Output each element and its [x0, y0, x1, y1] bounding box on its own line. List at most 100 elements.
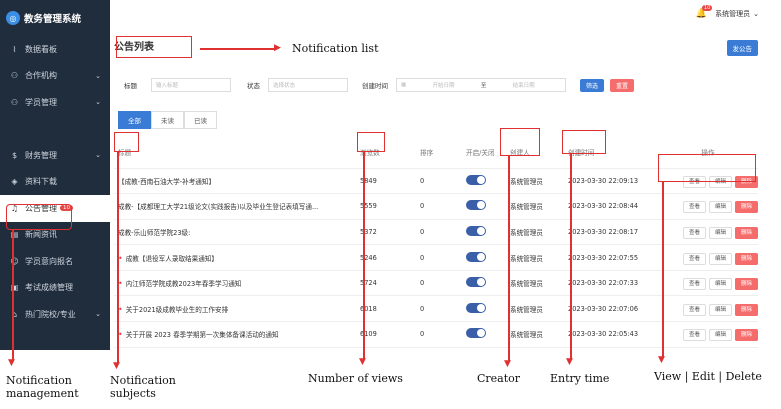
- edit-button[interactable]: 编辑: [708, 252, 732, 265]
- notice-title: 成教-乐山师范学院23级:: [118, 228, 191, 237]
- sidebar-item-10[interactable]: ⌂ 热门院校/专业 ⌄: [0, 301, 110, 328]
- annotation-line-creator: [508, 156, 510, 362]
- delete-button[interactable]: 删除: [734, 278, 758, 291]
- coin-icon: $: [11, 150, 18, 160]
- enable-toggle[interactable]: [466, 302, 486, 313]
- notice-title-cell[interactable]: 成教-【成都理工大学21级论文(实践报告)以及毕业生登记表填写通...: [114, 193, 360, 220]
- sort-value: 0: [420, 295, 466, 323]
- status-filter-select[interactable]: 选择状态: [268, 78, 348, 92]
- notice-title-cell[interactable]: • 内江师范学院成教2023年春季学习通知: [114, 270, 360, 297]
- creator: 系统管理员: [510, 168, 568, 195]
- enable-toggle[interactable]: [466, 251, 486, 262]
- sidebar-item-0[interactable]: ⌇ 数据看板: [0, 36, 110, 63]
- view-button[interactable]: 查看: [682, 252, 706, 265]
- delete-button[interactable]: 删除: [734, 303, 758, 316]
- chevron-down-icon: ⌄: [95, 151, 101, 160]
- edit-button[interactable]: 编辑: [708, 329, 732, 342]
- annotation-line-sidebar: [12, 230, 14, 360]
- sidebar-item-label: 资料下载: [25, 177, 57, 187]
- enable-toggle[interactable]: [466, 277, 486, 288]
- add-notice-button[interactable]: 发公告: [726, 40, 758, 56]
- sidebar-item-5[interactable]: ◈ 资料下载: [0, 169, 110, 196]
- annotation-line-ops: [662, 182, 664, 358]
- sidebar-item-9[interactable]: ▣ 考试成绩管理: [0, 275, 110, 302]
- delete-button[interactable]: 删除: [734, 329, 758, 342]
- view-count: 6109: [360, 321, 420, 348]
- notice-title: 成教-【成都理工大学21级论文(实践报告)以及毕业生登记表填写通...: [118, 203, 319, 212]
- enable-toggle[interactable]: [466, 225, 486, 236]
- edit-button[interactable]: 编辑: [708, 303, 732, 316]
- time-filter-label: 创建时间: [362, 82, 388, 90]
- notice-title-cell[interactable]: 【成教-西南石油大学-补考通知】: [114, 168, 360, 195]
- delete-button[interactable]: 删除: [734, 201, 758, 214]
- tab-all[interactable]: 全部: [118, 111, 151, 129]
- user-menu[interactable]: 系统管理员: [715, 9, 750, 19]
- tab-unread[interactable]: 未读: [151, 111, 184, 129]
- tab-read[interactable]: 已读: [184, 111, 217, 129]
- notice-title-cell[interactable]: • 关于开展 2023 春季学期第一次集体备课活动的通知: [114, 321, 360, 348]
- view-button[interactable]: 查看: [682, 303, 706, 316]
- status-filter-label: 状态: [247, 82, 260, 90]
- annotation-box-time: [562, 130, 606, 154]
- notice-title: 【成教-西南石油大学-补考通知】: [118, 177, 216, 186]
- edit-button[interactable]: 编辑: [708, 201, 732, 214]
- sort-value: 0: [420, 270, 466, 297]
- arrow-head-icon: ▶: [274, 43, 281, 53]
- notice-title-cell[interactable]: 成教-乐山师范学院23级:: [114, 219, 360, 246]
- sidebar-item-label: 学员意向报名: [25, 256, 73, 266]
- sidebar-item-label: 学员管理: [25, 97, 57, 107]
- enable-toggle[interactable]: [466, 200, 486, 211]
- person-icon: ⚇: [10, 71, 19, 81]
- unread-dot-icon: •: [118, 304, 123, 314]
- created-time: 2023-03-30 22:08:44: [568, 193, 658, 220]
- notice-title-cell[interactable]: • 成教【退役军人录取结果通知】: [114, 244, 360, 271]
- user-icon: ☺: [10, 256, 19, 266]
- bell-badge: 10: [701, 5, 713, 11]
- arrow-down-icon: ▼: [113, 361, 120, 371]
- arrow-down-icon: ▼: [359, 357, 366, 367]
- people-icon: ⚇: [10, 97, 19, 107]
- annotation-box-ops: [658, 154, 756, 182]
- created-time: 2023-03-30 22:07:55: [568, 244, 658, 271]
- label-view-edit-delete: View | Edit | Delete: [654, 370, 762, 383]
- layers-icon: ◈: [11, 177, 18, 187]
- notice-title-cell[interactable]: • 关于2021级成教毕业生的工作安排: [114, 295, 360, 323]
- title-filter-input[interactable]: 输入标题: [151, 78, 231, 92]
- chevron-down-icon[interactable]: ⌄: [753, 10, 759, 18]
- edit-button[interactable]: 编辑: [708, 226, 732, 239]
- sidebar-item-4[interactable]: $ 财务管理 ⌄: [0, 142, 110, 169]
- created-time: 2023-03-30 22:09:13: [568, 168, 658, 195]
- notice-title: 内江师范学院成教2023年春季学习通知: [125, 280, 242, 289]
- view-button[interactable]: 查看: [682, 226, 706, 239]
- search-button[interactable]: 筛选: [580, 78, 605, 92]
- view-button[interactable]: 查看: [682, 201, 706, 214]
- unread-dot-icon: •: [118, 253, 123, 263]
- chevron-down-icon: ⌄: [95, 310, 101, 319]
- edit-button[interactable]: 编辑: [708, 278, 732, 291]
- annotation-box-list-title: [116, 36, 192, 58]
- app-brand: ◎ 教务管理系统: [0, 0, 110, 36]
- view-button[interactable]: 查看: [682, 329, 706, 342]
- delete-button[interactable]: 删除: [734, 252, 758, 265]
- notice-title: 成教【退役军人录取结果通知】: [125, 254, 219, 263]
- header-sort: 排序: [420, 136, 466, 169]
- annotation-box-title-col: [114, 132, 139, 152]
- enable-toggle[interactable]: [466, 328, 486, 339]
- notice-title: 关于开展 2023 春季学期第一次集体备课活动的通知: [125, 331, 279, 340]
- enable-toggle[interactable]: [466, 174, 486, 185]
- sidebar-item-3[interactable]: [0, 116, 110, 143]
- bell-icon[interactable]: 🔔 10: [696, 5, 713, 19]
- view-button[interactable]: 查看: [682, 278, 706, 291]
- creator: 系统管理员: [510, 270, 568, 297]
- reset-button[interactable]: 重置: [610, 78, 635, 92]
- created-time: 2023-03-30 22:07:06: [568, 295, 658, 323]
- date-range-picker[interactable]: ▦ 开始日期 至 结束日期: [396, 78, 566, 92]
- arrow-down-icon: ▼: [504, 359, 511, 369]
- delete-button[interactable]: 删除: [734, 226, 758, 239]
- unread-dot-icon: •: [118, 330, 123, 340]
- sidebar-item-1[interactable]: ⚇ 合作机构 ⌄: [0, 63, 110, 90]
- school-icon: ⌂: [11, 309, 18, 319]
- sidebar-item-8[interactable]: ☺ 学员意向报名: [0, 248, 110, 275]
- sidebar-item-2[interactable]: ⚇ 学员管理 ⌄: [0, 89, 110, 116]
- creator: 系统管理员: [510, 321, 568, 348]
